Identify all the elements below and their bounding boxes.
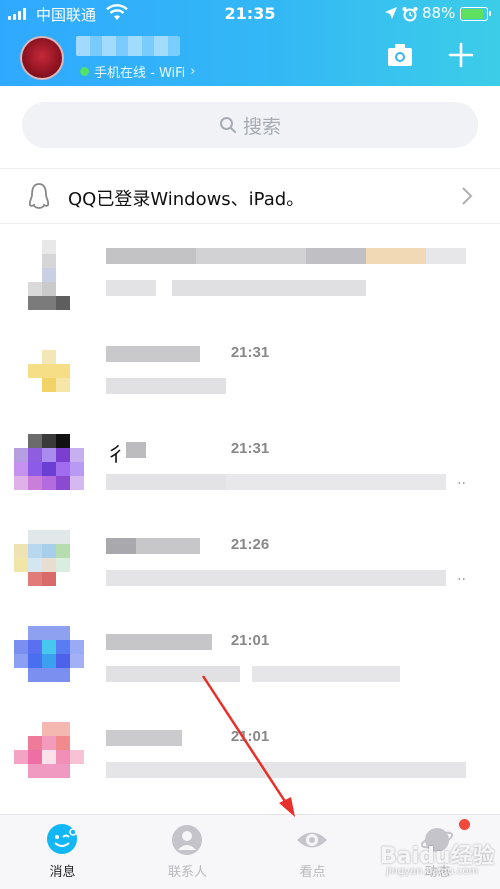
chat-row[interactable]: 21:31	[0, 330, 500, 426]
chat-row[interactable]: 21:26 ..	[0, 522, 500, 618]
search-icon	[219, 117, 236, 133]
chat-row[interactable]: 21:01	[0, 618, 500, 714]
eye-icon	[297, 832, 327, 848]
user-avatar[interactable]	[20, 36, 64, 80]
tab-label: 联系人	[167, 865, 207, 880]
message-preview-blurred	[106, 378, 226, 394]
login-notice[interactable]: QQ已登录Windows、iPad。	[0, 168, 500, 224]
more-indicator: ..	[457, 568, 466, 584]
chevron-right-icon: ›	[190, 64, 196, 79]
tab-label: 看点	[299, 865, 326, 880]
more-indicator: ..	[457, 472, 466, 488]
contact-name-blurred	[106, 248, 466, 264]
baidu-jingyan-watermark: Baidu经验 jingyan.baidu.com	[380, 838, 500, 888]
message-preview-blurred	[106, 762, 466, 778]
tab-kandian[interactable]: 看点	[250, 815, 375, 889]
online-dot-icon	[80, 67, 89, 76]
tab-contacts[interactable]: 联系人	[125, 815, 250, 889]
search-bar[interactable]: 搜索	[22, 102, 478, 148]
chat-time: 21:01	[230, 728, 270, 745]
notification-badge	[459, 819, 470, 830]
camera-icon[interactable]	[386, 42, 414, 68]
contact-avatar-blurred	[14, 240, 84, 310]
status-bar: 中国联通 21:35 88%	[0, 0, 500, 28]
chat-row[interactable]: 21:01	[0, 714, 500, 810]
battery-percent: 88%	[422, 4, 456, 22]
message-preview-blurred	[106, 666, 400, 682]
chat-time: 21:26	[230, 536, 270, 553]
penguin-icon	[28, 183, 50, 209]
chat-row[interactable]: 彳 21:31 ..	[0, 426, 500, 522]
search-placeholder: 搜索	[242, 115, 281, 138]
tab-messages[interactable]: 消息	[0, 815, 125, 889]
plus-icon[interactable]	[448, 42, 474, 68]
location-icon	[385, 7, 397, 19]
chat-time: 21:31	[230, 344, 270, 361]
contacts-icon	[172, 825, 202, 855]
chat-row[interactable]	[0, 232, 500, 328]
message-preview-blurred	[106, 280, 366, 296]
message-preview-blurred	[106, 474, 446, 490]
online-status[interactable]: 手机在线 - WiFi ›	[80, 62, 195, 81]
watermark-url: jingyan.baidu.com	[386, 866, 479, 877]
chevron-right-icon	[462, 187, 473, 205]
app-header: 中国联通 21:35 88% 手机在线 - WiFi ›	[0, 0, 500, 86]
message-preview-blurred	[106, 570, 446, 586]
chat-time: 21:01	[230, 632, 270, 649]
battery-icon	[460, 7, 491, 21]
login-notice-text: QQ已登录Windows、iPad。	[68, 189, 305, 210]
username-blurred[interactable]	[76, 36, 180, 56]
messages-icon	[47, 824, 77, 854]
online-status-label: 手机在线 - WiFi	[94, 66, 186, 81]
tab-label: 消息	[49, 865, 76, 880]
alarm-icon	[402, 7, 418, 22]
chat-time: 21:31	[230, 440, 270, 457]
